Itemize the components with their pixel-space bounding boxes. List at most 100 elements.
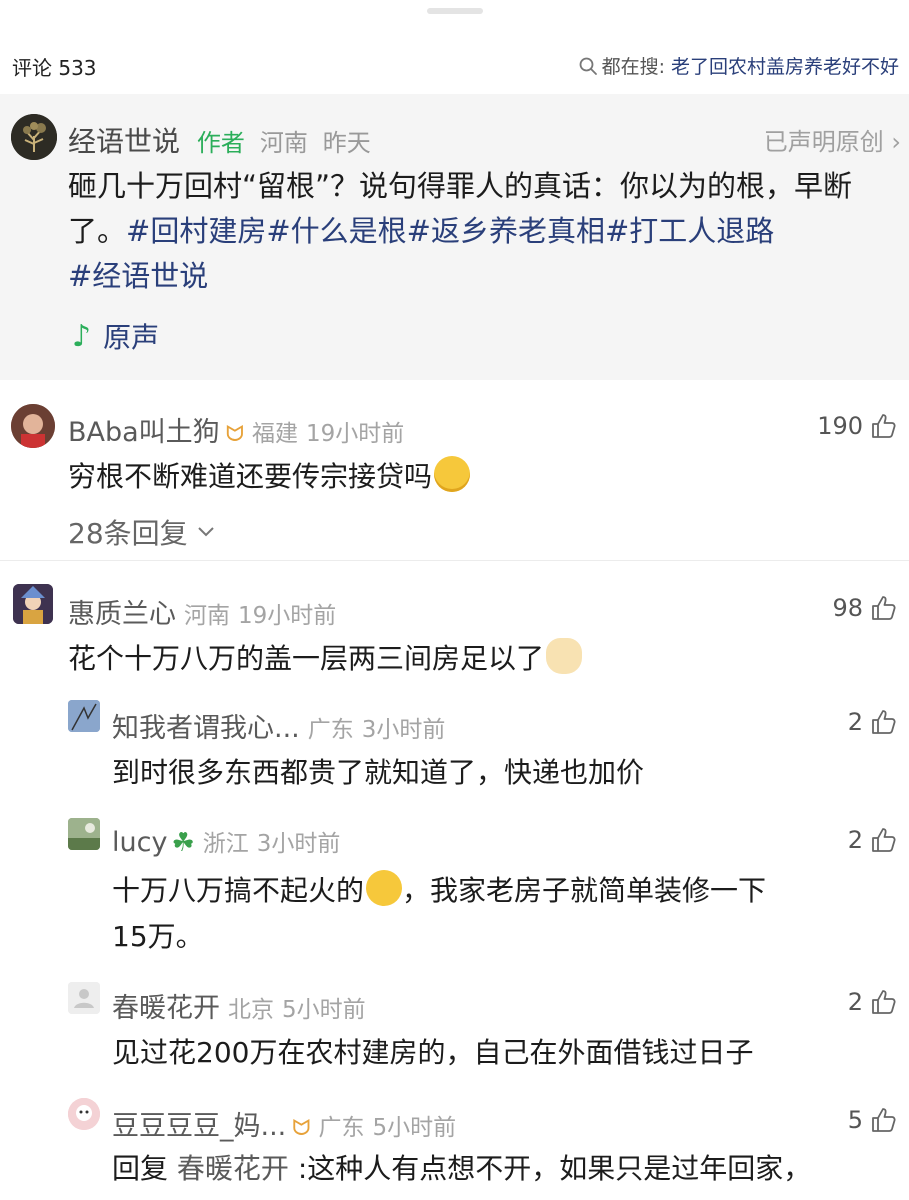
search-prefix: 都在搜: xyxy=(601,56,665,78)
replies-count: 28条回复 xyxy=(68,517,188,550)
replier-name[interactable]: lucy xyxy=(112,827,167,858)
like-button[interactable]: 2 xyxy=(848,708,897,736)
reply-text-content: :这种人有点想不开，如果只是过年回家， xyxy=(297,1152,812,1185)
trending-search[interactable]: 都在搜: 老了回农村盖房养老好不好 xyxy=(578,52,899,79)
crying-emoji-icon xyxy=(366,870,403,906)
commenter-name[interactable]: BAba叫土狗 xyxy=(68,410,220,449)
reply-item: lucy ☘ 浙江 3小时前 2 十万八万搞不起火的 ，我家老房子就简单装修一下 1… xyxy=(0,808,909,978)
reply-item: 豆豆豆豆_妈... ᗢ 广东 5小时前 5 回复 春暖花开 :这种人有点想不开，… xyxy=(0,1088,909,1200)
post-body: 砸几十万回村“留根”？说句得罪人的真话：你以为的根，早断了。#回村建房#什么是根… xyxy=(68,164,898,299)
author-badge: 作者 xyxy=(196,129,245,157)
user-photo-icon xyxy=(11,404,55,448)
comment-text-content: 花个十万八万的盖一层两三间房足以了 xyxy=(68,642,545,675)
like-button[interactable]: 2 xyxy=(848,988,897,1016)
replier-avatar[interactable] xyxy=(68,1098,100,1130)
reply-location: 北京 xyxy=(228,997,274,1023)
reply-header: 春暖花开 北京 5小时前 xyxy=(112,986,366,1025)
author-name-row: 经语世说 作者 河南 昨天 xyxy=(68,120,371,160)
like-count: 98 xyxy=(832,594,863,622)
author-post: 经语世说 作者 河南 昨天 已声明原创 › 砸几十万回村“留根”？说句得罪人的真… xyxy=(0,94,909,380)
comment-text-content: 穷根不断难道还要传宗接贷吗 xyxy=(68,460,433,493)
reply-item: 知我者谓我心... 广东 3小时前 2 到时很多东西都贵了就知道了，快递也加价 xyxy=(0,690,909,808)
like-button[interactable]: 98 xyxy=(832,594,897,622)
reply-text-part: 15万。 xyxy=(112,920,204,953)
sheet-grab-handle[interactable] xyxy=(427,8,483,14)
like-button[interactable]: 2 xyxy=(848,826,897,854)
post-time: 昨天 xyxy=(322,129,371,157)
reply-time: 3小时前 xyxy=(361,717,446,743)
reply-header: 豆豆豆豆_妈... ᗢ 广东 5小时前 xyxy=(112,1104,456,1143)
user-photo-icon xyxy=(68,700,100,732)
reply-time: 5小时前 xyxy=(282,997,366,1023)
like-button[interactable]: 190 xyxy=(817,412,897,440)
original-declaration-link[interactable]: 已声明原创 › xyxy=(764,122,901,157)
thumbs-up-icon xyxy=(872,710,896,734)
sound-label: 原声 xyxy=(103,321,160,354)
commenter-avatar[interactable] xyxy=(11,404,55,448)
thumbs-up-icon xyxy=(872,596,896,620)
expand-replies-button[interactable]: 28条回复 xyxy=(68,512,216,552)
comment-time: 19小时前 xyxy=(305,421,405,447)
comment-time: 19小时前 xyxy=(238,603,337,629)
vip-badge-icon: ᗢ xyxy=(225,422,244,447)
comment-item: BAba叫土狗 ᗢ 福建 19小时前 190 穷根不断难道还要传宗接贷吗 28条… xyxy=(0,380,909,560)
comment-header: BAba叫土狗 ᗢ 福建 19小时前 xyxy=(68,410,404,449)
replier-name[interactable]: 知我者谓我心... xyxy=(112,706,300,745)
hashtag[interactable]: #打工人退路 xyxy=(605,214,774,248)
comment-text: 穷根不断难道还要传宗接贷吗 xyxy=(68,454,471,500)
user-photo-icon xyxy=(68,818,100,850)
comment-location: 河南 xyxy=(184,603,230,629)
author-avatar[interactable] xyxy=(11,114,57,160)
original-sound-link[interactable]: ♪ 原声 xyxy=(72,316,159,356)
reply-location: 浙江 xyxy=(202,831,249,857)
user-photo-icon xyxy=(13,584,53,624)
comments-header: 评论 533 都在搜: 老了回农村盖房养老好不好 xyxy=(0,40,909,86)
replier-name[interactable]: 春暖花开 xyxy=(112,986,220,1025)
like-button[interactable]: 5 xyxy=(848,1106,897,1134)
reply-text: 十万八万搞不起火的 ，我家老房子就简单装修一下 15万。 xyxy=(112,868,892,960)
search-query-link[interactable]: 老了回农村盖房养老好不好 xyxy=(671,52,899,79)
search-icon xyxy=(579,57,597,75)
commenter-avatar[interactable] xyxy=(13,584,53,624)
thumbs-up-icon xyxy=(872,1108,896,1132)
author-name[interactable]: 经语世说 xyxy=(68,125,180,158)
reply-location: 广东 xyxy=(307,717,354,743)
reply-text-part: ，我家老房子就简单装修一下 xyxy=(402,874,767,907)
hashtag[interactable]: #经语世说 xyxy=(68,259,208,293)
like-count: 5 xyxy=(847,1106,863,1134)
reply-header: lucy ☘ 浙江 3小时前 xyxy=(112,824,340,858)
reply-text-part: 十万八万搞不起火的 xyxy=(112,874,365,907)
like-count: 2 xyxy=(847,988,863,1016)
hashtag[interactable]: #什么是根 xyxy=(266,214,406,248)
chevron-down-icon xyxy=(197,527,214,537)
comments-count: 评论 533 xyxy=(12,56,97,80)
comment-header: 惠质兰心 河南 19小时前 xyxy=(68,592,336,631)
like-count: 190 xyxy=(817,412,863,440)
grinning-emoji-icon xyxy=(434,456,471,492)
thumbs-up-icon xyxy=(872,414,896,438)
user-photo-icon xyxy=(68,1098,100,1130)
reply-to-user-link[interactable]: 春暖花开 xyxy=(177,1152,289,1185)
replier-name[interactable]: 豆豆豆豆_妈... xyxy=(112,1104,286,1143)
replier-avatar[interactable] xyxy=(68,700,100,732)
thumbs-up-icon xyxy=(872,990,896,1014)
commenter-name[interactable]: 惠质兰心 xyxy=(68,592,176,631)
divider xyxy=(0,560,909,561)
like-count: 2 xyxy=(847,826,863,854)
tree-icon xyxy=(11,114,57,160)
hashtag[interactable]: #返乡养老真相 xyxy=(407,214,605,248)
cat-emoji-icon xyxy=(546,638,583,674)
comment-item: 惠质兰心 河南 19小时前 98 花个十万八万的盖一层两三间房足以了 xyxy=(0,562,909,682)
reply-time: 5小时前 xyxy=(372,1115,457,1141)
clover-icon: ☘ xyxy=(171,828,195,858)
reply-text: 见过花200万在农村建房的，自己在外面借钱过日子 xyxy=(112,1036,754,1069)
comment-text: 花个十万八万的盖一层两三间房足以了 xyxy=(68,636,583,682)
reply-text: 回复 春暖花开 :这种人有点想不开，如果只是过年回家， xyxy=(112,1146,811,1192)
hashtag[interactable]: #回村建房 xyxy=(126,214,266,248)
default-user-icon xyxy=(68,982,100,1014)
reply-text: 到时很多东西都贵了就知道了，快递也加价 xyxy=(112,756,645,789)
replier-avatar[interactable] xyxy=(68,818,100,850)
reply-item: 春暖花开 北京 5小时前 2 见过花200万在农村建房的，自己在外面借钱过日子 xyxy=(0,970,909,1088)
replier-avatar[interactable] xyxy=(68,982,100,1014)
reply-time: 3小时前 xyxy=(256,831,341,857)
